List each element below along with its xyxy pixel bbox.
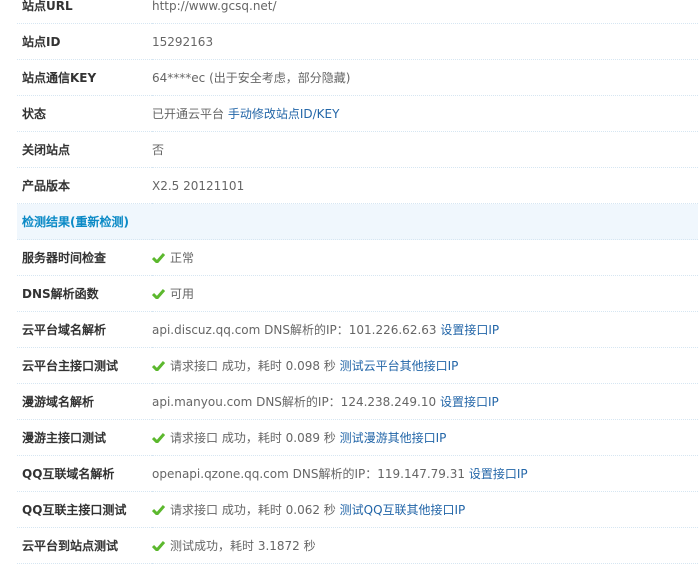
value-text: 请求接口 成功，耗时 0.098 秒	[170, 359, 340, 373]
row-value: 请求接口 成功，耗时 0.062 秒 测试QQ互联其他接口IP	[152, 491, 698, 528]
site-info-table: 站点URL http://www.gcsq.net/站点ID 15292163 站…	[17, 0, 698, 564]
row-label: 站点URL	[17, 0, 152, 24]
action-link[interactable]: 测试QQ互联其他接口IP	[340, 503, 466, 517]
table-row: 产品版本 X2.5 20121101	[17, 167, 698, 204]
row-value: 否	[152, 131, 698, 168]
table-row: 服务器时间检查 正常	[17, 239, 698, 276]
action-link[interactable]: 设置接口IP	[440, 395, 499, 409]
table-row: 云平台主接口测试 请求接口 成功，耗时 0.098 秒 测试云平台其他接口IP	[17, 347, 698, 384]
table-row: 漫游主接口测试 请求接口 成功，耗时 0.089 秒 测试漫游其他接口IP	[17, 419, 698, 456]
value-text: 正常	[170, 251, 195, 265]
row-value: api.discuz.qq.com DNS解析的IP：101.226.62.63…	[152, 311, 698, 348]
row-value: 已开通云平台 手动修改站点ID/KEY	[152, 95, 698, 132]
table-row: QQ互联主接口测试 请求接口 成功，耗时 0.062 秒 测试QQ互联其他接口I…	[17, 491, 698, 528]
row-value: 可用	[152, 275, 698, 312]
row-label: 关闭站点	[17, 131, 152, 168]
row-label: 服务器时间检查	[17, 239, 152, 276]
value-text: api.discuz.qq.com DNS解析的IP：101.226.62.63	[152, 323, 441, 337]
value-text: X2.5 20121101	[152, 178, 245, 193]
row-value: X2.5 20121101	[152, 167, 698, 204]
action-link[interactable]: 设置接口IP	[469, 467, 528, 481]
row-label: 云平台域名解析	[17, 311, 152, 348]
row-value: 测试成功，耗时 3.1872 秒	[152, 527, 698, 564]
action-link[interactable]: 测试云平台其他接口IP	[340, 359, 459, 373]
row-value: api.manyou.com DNS解析的IP：124.238.249.10 设…	[152, 383, 698, 420]
row-label: 云平台主接口测试	[17, 347, 152, 384]
check-icon	[152, 253, 165, 263]
action-link[interactable]: 设置接口IP	[440, 323, 499, 337]
table-row: 云平台到站点测试 测试成功，耗时 3.1872 秒	[17, 527, 698, 564]
row-label: 状态	[17, 95, 152, 132]
value-text: 请求接口 成功，耗时 0.062 秒	[170, 503, 340, 517]
check-icon	[152, 361, 165, 371]
row-label: 产品版本	[17, 167, 152, 204]
table-row: 云平台域名解析 api.discuz.qq.com DNS解析的IP：101.2…	[17, 311, 698, 348]
value-text: 否	[152, 143, 165, 157]
value-text: 15292163	[152, 34, 214, 49]
table-row: 站点ID 15292163	[17, 23, 698, 60]
check-icon	[152, 289, 165, 299]
action-link[interactable]: 测试漫游其他接口IP	[340, 431, 447, 445]
section-header: 检测结果(重新检测)	[17, 203, 698, 240]
table-row: 关闭站点 否	[17, 131, 698, 168]
value-text: 测试成功，耗时 3.1872 秒	[170, 539, 316, 553]
row-label: DNS解析函数	[17, 275, 152, 312]
value-text: http://www.gcsq.net/	[152, 0, 277, 13]
value-text: 64****ec (出于安全考虑，部分隐藏)	[152, 71, 351, 85]
row-label: QQ互联域名解析	[17, 455, 152, 492]
table-row: 漫游域名解析 api.manyou.com DNS解析的IP：124.238.2…	[17, 383, 698, 420]
check-icon	[152, 433, 165, 443]
row-value: openapi.qzone.qq.com DNS解析的IP：119.147.79…	[152, 455, 698, 492]
check-icon	[152, 541, 165, 551]
value-text: 已开通云平台	[152, 107, 228, 121]
table-row: 状态 已开通云平台 手动修改站点ID/KEY	[17, 95, 698, 132]
section-title: 检测结果	[22, 215, 71, 229]
site-info-panel: 站点URL http://www.gcsq.net/站点ID 15292163 站…	[0, 0, 698, 564]
table-row: 站点通信KEY 64****ec (出于安全考虑，部分隐藏)	[17, 59, 698, 96]
table-row: 站点URL http://www.gcsq.net/	[17, 0, 698, 24]
value-text: 请求接口 成功，耗时 0.089 秒	[170, 431, 340, 445]
row-label: 漫游域名解析	[17, 383, 152, 420]
row-label: QQ互联主接口测试	[17, 491, 152, 528]
row-value: 15292163	[152, 23, 698, 60]
row-value: 64****ec (出于安全考虑，部分隐藏)	[152, 59, 698, 96]
value-text: openapi.qzone.qq.com DNS解析的IP：119.147.79…	[152, 467, 469, 481]
table-row: DNS解析函数 可用	[17, 275, 698, 312]
value-text: api.manyou.com DNS解析的IP：124.238.249.10	[152, 395, 440, 409]
row-value: http://www.gcsq.net/	[152, 0, 698, 24]
row-value: 请求接口 成功，耗时 0.089 秒 测试漫游其他接口IP	[152, 419, 698, 456]
recheck-link[interactable]: (重新检测)	[70, 215, 129, 229]
table-row: QQ互联域名解析 openapi.qzone.qq.com DNS解析的IP：1…	[17, 455, 698, 492]
row-value: 正常	[152, 239, 698, 276]
row-label: 站点ID	[17, 23, 152, 60]
check-icon	[152, 505, 165, 515]
row-label: 漫游主接口测试	[17, 419, 152, 456]
row-label: 云平台到站点测试	[17, 527, 152, 564]
action-link[interactable]: 手动修改站点ID/KEY	[228, 107, 340, 121]
row-label: 站点通信KEY	[17, 59, 152, 96]
value-text: 可用	[170, 287, 195, 301]
row-value: 请求接口 成功，耗时 0.098 秒 测试云平台其他接口IP	[152, 347, 698, 384]
